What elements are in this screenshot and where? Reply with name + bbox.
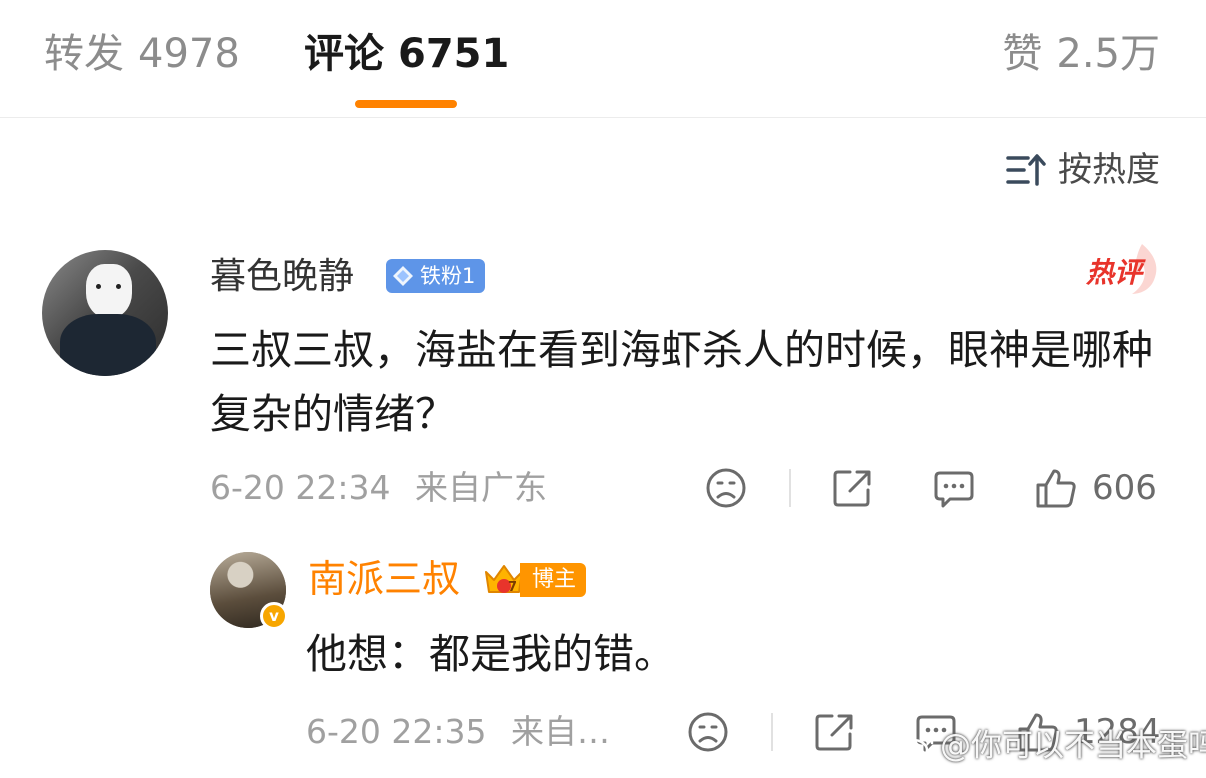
blogger-badge-label: 博主	[520, 563, 587, 597]
reply-button[interactable]	[932, 466, 976, 510]
sad-face-icon	[688, 712, 728, 752]
watermark-text: @你可以不当本蛋吗	[940, 728, 1206, 764]
reply-share-button[interactable]	[812, 710, 856, 754]
comment-username[interactable]: 暮色晚静	[210, 254, 354, 300]
blogger-badge[interactable]: 7 博主	[482, 558, 587, 602]
active-tab-indicator	[355, 100, 457, 108]
fan-badge-label: 铁粉1	[420, 264, 476, 288]
tab-reposts-count: 4978	[138, 31, 240, 77]
blogger-level: 7	[508, 580, 518, 595]
hot-comment-tag: 热评	[1084, 240, 1164, 296]
tab-likes[interactable]: 赞 2.5万	[1002, 28, 1160, 80]
hot-tag-label: 热评	[1086, 256, 1143, 289]
reply-location: 来自…	[511, 712, 610, 751]
comment-bubble-icon	[934, 471, 974, 508]
weibo-logo-icon	[897, 732, 934, 762]
comment-location: 来自广东	[415, 468, 547, 507]
comment-meta: 6-20 22:34 来自广东	[210, 466, 547, 510]
sort-descending-icon	[1006, 154, 1046, 186]
action-divider	[771, 713, 773, 751]
fan-badge[interactable]: 铁粉1	[386, 259, 486, 293]
avatar-body	[60, 314, 156, 376]
like-count: 606	[1092, 468, 1157, 508]
verified-icon: v	[260, 602, 288, 630]
avatar[interactable]	[42, 250, 168, 376]
reply-meta: 6-20 22:35 来自…	[306, 710, 610, 754]
sort-toggle[interactable]: 按热度	[1006, 148, 1160, 192]
reply-avatar[interactable]: v	[210, 552, 288, 630]
like-button[interactable]: 606	[1034, 466, 1157, 510]
comment-timestamp: 6-20 22:34	[210, 468, 391, 507]
tab-reposts[interactable]: 转发 4978	[44, 28, 240, 80]
avatar-face	[86, 264, 132, 318]
comment-text: 三叔三叔，海盐在看到海虾杀人的时候，眼神是哪种复杂的情绪？	[210, 326, 1153, 438]
sort-label: 按热度	[1058, 150, 1160, 190]
tab-comments-count: 6751	[398, 31, 510, 77]
action-divider	[789, 469, 791, 507]
tab-bar: 转发 4978 评论 6751 赞 2.5万	[0, 0, 1206, 118]
tab-comments-label: 评论	[304, 31, 384, 77]
tab-reposts-label: 转发	[44, 31, 124, 77]
tab-comments[interactable]: 评论 6751	[304, 28, 509, 80]
sad-face-icon	[706, 468, 746, 508]
reply-username[interactable]: 南派三叔	[308, 556, 460, 602]
dislike-button[interactable]	[704, 466, 748, 510]
watermark: @你可以不当本蛋吗	[896, 724, 1206, 768]
thumbs-up-icon	[1036, 469, 1076, 508]
share-icon	[833, 470, 871, 507]
reply-text: 他想：都是我的错。	[306, 630, 675, 678]
share-button[interactable]	[830, 466, 874, 510]
diamond-icon	[393, 266, 413, 286]
reply-dislike-button[interactable]	[686, 710, 730, 754]
reply-timestamp: 6-20 22:35	[306, 712, 487, 751]
tab-likes-label: 赞	[1002, 31, 1043, 77]
share-icon	[815, 714, 853, 751]
tab-likes-count: 2.5万	[1056, 31, 1160, 77]
